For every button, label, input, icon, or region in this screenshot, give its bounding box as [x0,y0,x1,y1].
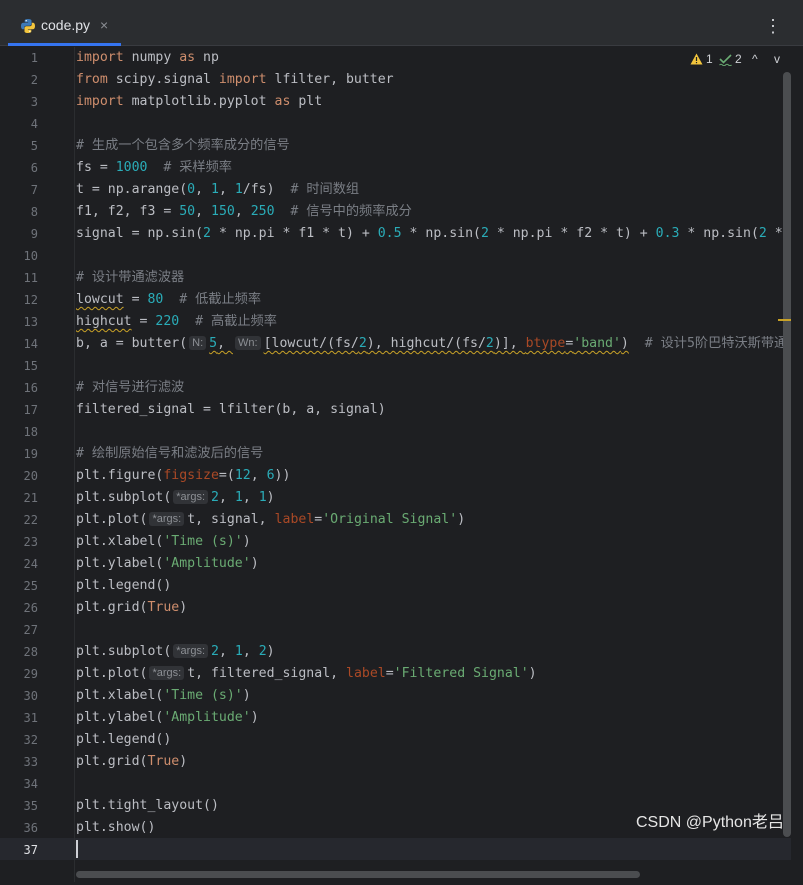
line-number: 13 [23,315,38,329]
line-number: 5 [30,139,38,153]
code-line-21: plt.subplot(*args: 2, 1, 1) [76,490,275,505]
code-line-33: plt.grid(True) [76,754,188,769]
param-hint-wn: Wn: [235,336,261,350]
code-line-13: highcut = 220 # 高截止频率 [76,314,277,329]
code-line-14: b, a = butter(N: 5, Wn: [lowcut/(fs/2), hi… [76,336,791,351]
code-line-23: plt.xlabel('Time (s)') [76,534,251,549]
code-line-24: plt.ylabel('Amplitude') [76,556,259,571]
code-line-19: # 绘制原始信号和滤波后的信号 [76,446,264,461]
code-line-5: # 生成一个包含多个频率成分的信号 [76,138,290,153]
code-line-35: plt.tight_layout() [76,798,219,813]
line-number: 28 [23,645,38,659]
line-number: 14 [23,337,38,351]
code-line-9: signal = np.sin(2 * np.pi * f1 * t) + 0.… [76,226,791,241]
typo-count: 2 [735,52,742,66]
vertical-scrollbar[interactable] [783,72,791,837]
code-line-30: plt.xlabel('Time (s)') [76,688,251,703]
line-number: 34 [23,777,38,791]
line-number: 4 [30,117,38,131]
param-hint-args: *args: [149,512,185,526]
code-line-32: plt.legend() [76,732,172,747]
line-number: 26 [23,601,38,615]
gutter-separator [74,47,75,882]
line-number: 21 [23,491,38,505]
line-number: 24 [23,557,38,571]
line-number: 32 [23,733,38,747]
line-number: 17 [23,403,38,417]
line-number: 25 [23,579,38,593]
line-number: 18 [23,425,38,439]
code-line-12: lowcut = 80 # 低截止频率 [76,292,262,307]
code-line-16: # 对信号进行滤波 [76,380,185,395]
param-hint-n: N: [189,336,207,350]
line-number: 36 [23,821,38,835]
line-number: 11 [23,271,38,285]
next-highlight-icon[interactable]: v [774,52,780,66]
warning-stripe-marker[interactable] [778,319,791,321]
typo-check-icon [719,54,732,66]
line-number: 33 [23,755,38,769]
line-number: 35 [23,799,38,813]
line-number: 3 [30,95,38,109]
line-number: 12 [23,293,38,307]
line-number: 31 [23,711,38,725]
line-number: 30 [23,689,38,703]
param-hint-args: *args: [173,490,209,504]
inspection-widget[interactable]: 1 2 ^ v [690,52,790,68]
code-area[interactable]: import numpy as np from scipy.signal imp… [76,47,791,882]
line-number: 23 [23,535,38,549]
code-line-6: fs = 1000 # 采样频率 [76,160,232,175]
code-line-22: plt.plot(*args: t, signal, label='Origina… [76,512,466,527]
code-line-36: plt.show() [76,820,156,835]
code-line-20: plt.figure(figsize=(12, 6)) [76,468,291,483]
code-line-8: f1, f2, f3 = 50, 150, 250 # 信号中的频率成分 [76,204,412,219]
code-line-3: import matplotlib.pyplot as plt [76,94,323,109]
tab-label: code.py [41,17,91,33]
watermark: CSDN @Python老吕 [636,814,784,831]
line-number: 10 [23,249,38,263]
code-line-26: plt.grid(True) [76,600,188,615]
code-line-11: # 设计带通滤波器 [76,270,185,285]
line-number: 27 [23,623,38,637]
line-number: 20 [23,469,38,483]
code-line-31: plt.ylabel('Amplitude') [76,710,259,725]
line-number: 29 [23,667,38,681]
line-number: 19 [23,447,38,461]
line-number: 15 [23,359,38,373]
code-line-2: from scipy.signal import lfilter, butter [76,72,394,87]
code-line-1: import numpy as np [76,50,219,65]
line-number-gutter: 1 2 3 4 5 6 7 8 9 10 11 12 13 14 15 16 17 18 19 20 21 22 23 24 2… [0,47,58,885]
code-line-7: t = np.arange(0, 1, 1/fs) # 时间数组 [76,182,360,197]
line-number: 1 [30,51,38,65]
line-number: 7 [30,183,38,197]
previous-highlight-icon[interactable]: ^ [752,52,758,66]
line-number: 16 [23,381,38,395]
line-number: 9 [30,227,38,241]
horizontal-scrollbar[interactable] [76,871,640,878]
line-number: 22 [23,513,38,527]
tab-code-py[interactable]: code.py × [8,6,121,46]
warning-count: 1 [706,52,713,66]
close-icon[interactable]: × [100,17,108,33]
code-line-29: plt.plot(*args: t, filtered_signal, label… [76,666,537,681]
param-hint-args: *args: [149,666,185,680]
line-number: 37 [23,843,38,857]
line-number: 8 [30,205,38,219]
code-line-17: filtered_signal = lfilter(b, a, signal) [76,402,386,417]
code-editor[interactable]: 1 2 3 4 5 6 7 8 9 10 11 12 13 14 15 16 17 18 19 20 21 22 23 24 2… [0,47,803,885]
python-file-icon [21,19,35,33]
param-hint-args: *args: [173,644,209,658]
code-line-25: plt.legend() [76,578,172,593]
editor-tab-bar: code.py × ⋮ [0,6,803,46]
line-number: 2 [30,73,38,87]
code-line-28: plt.subplot(*args: 2, 1, 2) [76,644,275,659]
more-options-icon[interactable]: ⋮ [764,16,782,36]
warning-icon [690,53,703,65]
text-caret [76,840,78,858]
line-number: 6 [30,161,38,175]
